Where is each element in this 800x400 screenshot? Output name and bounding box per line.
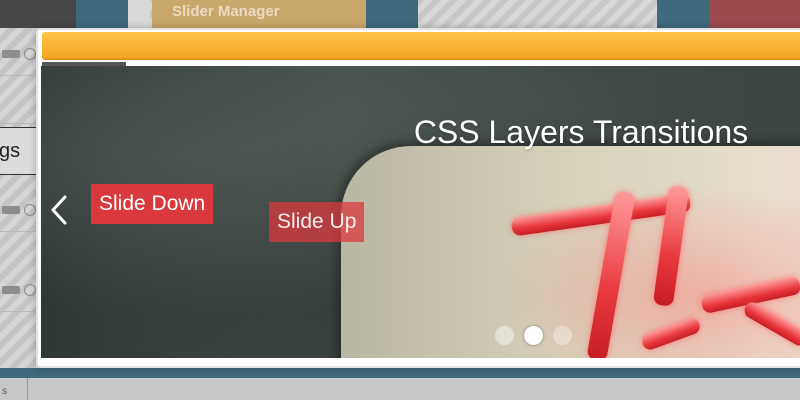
- previous-slide-button[interactable]: [47, 190, 71, 230]
- modal-header: [42, 32, 800, 60]
- row-radio[interactable]: [24, 204, 36, 216]
- bottom-tab[interactable]: s: [0, 378, 28, 400]
- top-bar-segment: [709, 0, 800, 28]
- settings-button[interactable]: gs: [0, 127, 38, 175]
- top-bar-segment: [657, 0, 709, 28]
- slide-bullet[interactable]: [553, 326, 572, 345]
- slide-up-layer: Slide Up: [269, 202, 365, 242]
- top-bar-segment: [128, 0, 150, 28]
- side-row: [0, 28, 40, 76]
- slider-viewport[interactable]: CSS Layers Transitions Slide Down Slide …: [41, 66, 800, 358]
- top-bar-segment: [76, 0, 128, 28]
- slide-bullet[interactable]: [495, 326, 514, 345]
- row-radio[interactable]: [24, 284, 36, 296]
- top-bar-segment: [366, 0, 418, 28]
- slide-title: CSS Layers Transitions: [413, 114, 749, 150]
- slide-down-layer: Slide Down: [91, 184, 214, 224]
- chevron-left-icon: [51, 195, 67, 225]
- row-control[interactable]: [2, 286, 20, 294]
- slider-manager-tab[interactable]: Slider Manager: [152, 0, 366, 28]
- top-bar-segment: [0, 0, 76, 28]
- side-row: [0, 184, 40, 232]
- row-control[interactable]: [2, 206, 20, 214]
- slide-bullet-active[interactable]: [524, 326, 543, 345]
- slide-bullets: [495, 326, 572, 345]
- admin-side-panel: [0, 28, 40, 368]
- bottom-strip: [0, 368, 800, 378]
- side-row: [0, 76, 40, 124]
- row-radio[interactable]: [24, 48, 36, 60]
- side-row: [0, 264, 40, 312]
- bottom-bar: [0, 378, 800, 400]
- row-control[interactable]: [2, 50, 20, 58]
